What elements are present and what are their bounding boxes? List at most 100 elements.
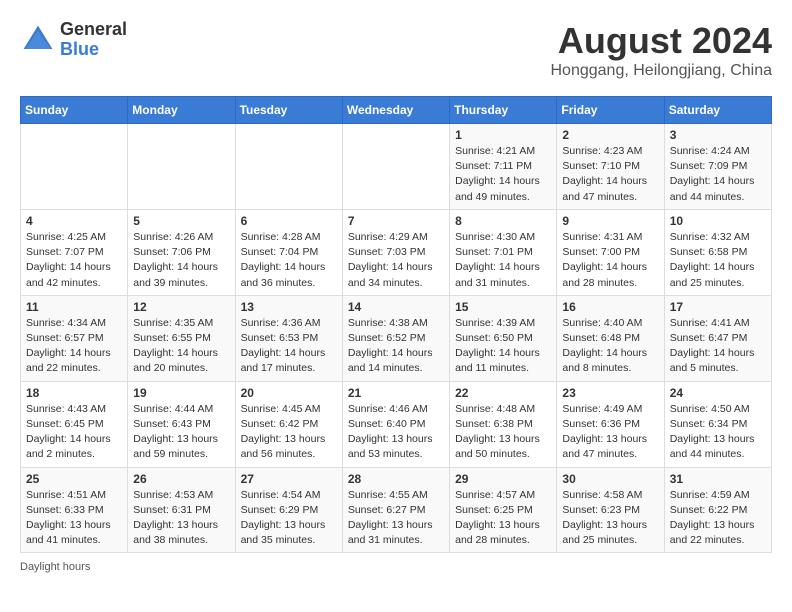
calendar-cell: 3Sunrise: 4:24 AM Sunset: 7:09 PM Daylig… xyxy=(664,124,771,210)
day-info: Sunrise: 4:51 AM Sunset: 6:33 PM Dayligh… xyxy=(26,488,122,549)
day-info: Sunrise: 4:38 AM Sunset: 6:52 PM Dayligh… xyxy=(348,316,444,377)
day-number: 28 xyxy=(348,472,444,486)
day-info: Sunrise: 4:44 AM Sunset: 6:43 PM Dayligh… xyxy=(133,402,229,463)
day-info: Sunrise: 4:26 AM Sunset: 7:06 PM Dayligh… xyxy=(133,230,229,291)
day-number: 20 xyxy=(241,386,337,400)
day-number: 30 xyxy=(562,472,658,486)
calendar-cell: 31 Sunrise: 4:59 AM Sunset: 6:22 PM Dayli… xyxy=(664,467,771,553)
calendar-cell: 4Sunrise: 4:25 AM Sunset: 7:07 PM Daylig… xyxy=(21,209,128,295)
weekday-header-tuesday: Tuesday xyxy=(235,97,342,124)
day-number: 19 xyxy=(133,386,229,400)
day-number: 16 xyxy=(562,300,658,314)
calendar-cell: 13 Sunrise: 4:36 AM Sunset: 6:53 PM Dayli… xyxy=(235,295,342,381)
logo-text: General Blue xyxy=(60,20,127,60)
calendar-cell xyxy=(128,124,235,210)
day-number: 27 xyxy=(241,472,337,486)
calendar-cell: 8 Sunrise: 4:30 AM Sunset: 7:01 PM Daylig… xyxy=(450,209,557,295)
calendar-week-1: 4Sunrise: 4:25 AM Sunset: 7:07 PM Daylig… xyxy=(21,209,772,295)
calendar-table: SundayMondayTuesdayWednesdayThursdayFrid… xyxy=(20,96,772,553)
day-info: Sunrise: 4:40 AM Sunset: 6:48 PM Dayligh… xyxy=(562,316,658,377)
day-info: Sunrise: 4:58 AM Sunset: 6:23 PM Dayligh… xyxy=(562,488,658,549)
day-number: 31 xyxy=(670,472,766,486)
day-info: Sunrise: 4:49 AM Sunset: 6:36 PM Dayligh… xyxy=(562,402,658,463)
calendar-cell: 10 Sunrise: 4:32 AM Sunset: 6:58 PM Dayli… xyxy=(664,209,771,295)
calendar-cell: 24 Sunrise: 4:50 AM Sunset: 6:34 PM Dayli… xyxy=(664,381,771,467)
calendar-cell: 21Sunrise: 4:46 AM Sunset: 6:40 PM Dayli… xyxy=(342,381,449,467)
day-number: 26 xyxy=(133,472,229,486)
calendar-cell: 30 Sunrise: 4:58 AM Sunset: 6:23 PM Dayli… xyxy=(557,467,664,553)
day-info: Sunrise: 4:21 AM Sunset: 7:11 PM Dayligh… xyxy=(455,144,551,205)
page-subtitle: Honggang, Heilongjiang, China xyxy=(551,62,773,80)
day-number: 12 xyxy=(133,300,229,314)
day-number: 1 xyxy=(455,128,551,142)
day-info: Sunrise: 4:23 AM Sunset: 7:10 PM Dayligh… xyxy=(562,144,658,205)
day-info: Sunrise: 4:57 AM Sunset: 6:25 PM Dayligh… xyxy=(455,488,551,549)
calendar-cell: 14 Sunrise: 4:38 AM Sunset: 6:52 PM Dayli… xyxy=(342,295,449,381)
day-number: 23 xyxy=(562,386,658,400)
day-info: Sunrise: 4:28 AM Sunset: 7:04 PM Dayligh… xyxy=(241,230,337,291)
calendar-week-0: 1 Sunrise: 4:21 AM Sunset: 7:11 PM Daylig… xyxy=(21,124,772,210)
day-info: Sunrise: 4:54 AM Sunset: 6:29 PM Dayligh… xyxy=(241,488,337,549)
calendar-cell: 16 Sunrise: 4:40 AM Sunset: 6:48 PM Dayli… xyxy=(557,295,664,381)
day-number: 17 xyxy=(670,300,766,314)
day-number: 5 xyxy=(133,214,229,228)
day-number: 24 xyxy=(670,386,766,400)
weekday-header-wednesday: Wednesday xyxy=(342,97,449,124)
day-info: Sunrise: 4:59 AM Sunset: 6:22 PM Dayligh… xyxy=(670,488,766,549)
page-header: General Blue August 2024 Honggang, Heilo… xyxy=(20,20,772,80)
calendar-week-2: 11Sunrise: 4:34 AM Sunset: 6:57 PM Dayli… xyxy=(21,295,772,381)
day-number: 8 xyxy=(455,214,551,228)
day-info: Sunrise: 4:50 AM Sunset: 6:34 PM Dayligh… xyxy=(670,402,766,463)
calendar-header: SundayMondayTuesdayWednesdayThursdayFrid… xyxy=(21,97,772,124)
title-block: August 2024 Honggang, Heilongjiang, Chin… xyxy=(551,20,773,80)
calendar-cell: 6Sunrise: 4:28 AM Sunset: 7:04 PM Daylig… xyxy=(235,209,342,295)
calendar-cell: 28 Sunrise: 4:55 AM Sunset: 6:27 PM Dayli… xyxy=(342,467,449,553)
day-info: Sunrise: 4:36 AM Sunset: 6:53 PM Dayligh… xyxy=(241,316,337,377)
footer-note: Daylight hours xyxy=(20,561,772,573)
calendar-cell: 23 Sunrise: 4:49 AM Sunset: 6:36 PM Dayli… xyxy=(557,381,664,467)
calendar-cell xyxy=(21,124,128,210)
day-info: Sunrise: 4:32 AM Sunset: 6:58 PM Dayligh… xyxy=(670,230,766,291)
logo-blue: Blue xyxy=(60,40,127,60)
weekday-row: SundayMondayTuesdayWednesdayThursdayFrid… xyxy=(21,97,772,124)
calendar-week-4: 25 Sunrise: 4:51 AM Sunset: 6:33 PM Dayli… xyxy=(21,467,772,553)
calendar-body: 1 Sunrise: 4:21 AM Sunset: 7:11 PM Daylig… xyxy=(21,124,772,553)
logo-general: General xyxy=(60,20,127,40)
calendar-cell: 22 Sunrise: 4:48 AM Sunset: 6:38 PM Dayli… xyxy=(450,381,557,467)
calendar-cell: 18 Sunrise: 4:43 AM Sunset: 6:45 PM Dayli… xyxy=(21,381,128,467)
calendar-cell: 5 Sunrise: 4:26 AM Sunset: 7:06 PM Daylig… xyxy=(128,209,235,295)
calendar-cell: 20Sunrise: 4:45 AM Sunset: 6:42 PM Dayli… xyxy=(235,381,342,467)
day-number: 10 xyxy=(670,214,766,228)
calendar-cell xyxy=(235,124,342,210)
day-info: Sunrise: 4:34 AM Sunset: 6:57 PM Dayligh… xyxy=(26,316,122,377)
day-number: 18 xyxy=(26,386,122,400)
day-info: Sunrise: 4:30 AM Sunset: 7:01 PM Dayligh… xyxy=(455,230,551,291)
day-info: Sunrise: 4:46 AM Sunset: 6:40 PM Dayligh… xyxy=(348,402,444,463)
day-info: Sunrise: 4:48 AM Sunset: 6:38 PM Dayligh… xyxy=(455,402,551,463)
day-number: 2 xyxy=(562,128,658,142)
day-number: 4 xyxy=(26,214,122,228)
logo: General Blue xyxy=(20,20,127,60)
day-info: Sunrise: 4:53 AM Sunset: 6:31 PM Dayligh… xyxy=(133,488,229,549)
day-number: 13 xyxy=(241,300,337,314)
day-info: Sunrise: 4:39 AM Sunset: 6:50 PM Dayligh… xyxy=(455,316,551,377)
day-number: 29 xyxy=(455,472,551,486)
day-number: 14 xyxy=(348,300,444,314)
day-number: 25 xyxy=(26,472,122,486)
calendar-cell: 7Sunrise: 4:29 AM Sunset: 7:03 PM Daylig… xyxy=(342,209,449,295)
calendar-cell: 11Sunrise: 4:34 AM Sunset: 6:57 PM Dayli… xyxy=(21,295,128,381)
calendar-cell xyxy=(342,124,449,210)
weekday-header-friday: Friday xyxy=(557,97,664,124)
day-info: Sunrise: 4:41 AM Sunset: 6:47 PM Dayligh… xyxy=(670,316,766,377)
logo-icon xyxy=(20,22,56,58)
day-number: 9 xyxy=(562,214,658,228)
day-number: 15 xyxy=(455,300,551,314)
day-info: Sunrise: 4:55 AM Sunset: 6:27 PM Dayligh… xyxy=(348,488,444,549)
weekday-header-saturday: Saturday xyxy=(664,97,771,124)
day-info: Sunrise: 4:43 AM Sunset: 6:45 PM Dayligh… xyxy=(26,402,122,463)
day-number: 22 xyxy=(455,386,551,400)
calendar-cell: 1 Sunrise: 4:21 AM Sunset: 7:11 PM Daylig… xyxy=(450,124,557,210)
weekday-header-sunday: Sunday xyxy=(21,97,128,124)
calendar-cell: 2 Sunrise: 4:23 AM Sunset: 7:10 PM Daylig… xyxy=(557,124,664,210)
calendar-week-3: 18 Sunrise: 4:43 AM Sunset: 6:45 PM Dayli… xyxy=(21,381,772,467)
